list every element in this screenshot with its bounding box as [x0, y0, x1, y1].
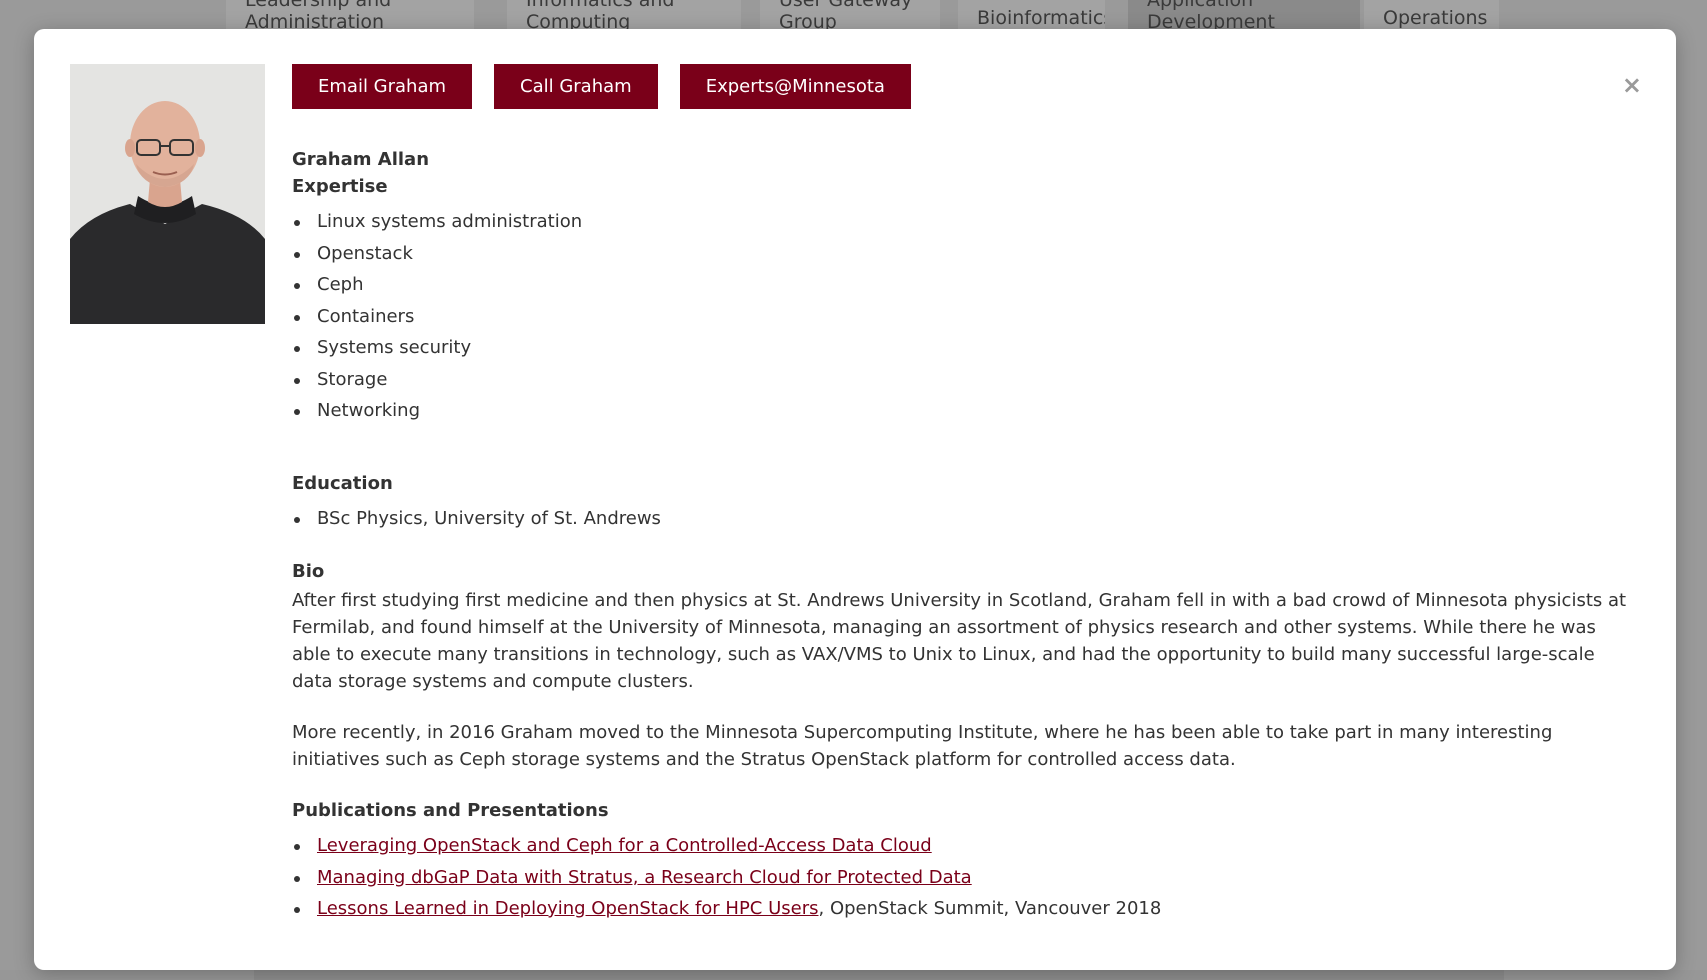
- bio-paragraph: After first studying first medicine and …: [292, 590, 1627, 692]
- tab-label: Operations: [1383, 7, 1488, 29]
- publication-link[interactable]: Managing dbGaP Data with Stratus, a Rese…: [317, 867, 972, 888]
- publication-link[interactable]: Lessons Learned in Deploying OpenStack f…: [317, 898, 819, 919]
- tab-label: Leadership and: [245, 0, 392, 11]
- list-item: Lessons Learned in Deploying OpenStack f…: [292, 893, 1632, 925]
- list-item: Containers: [292, 301, 1632, 333]
- publication-venue: , OpenStack Summit, Vancouver 2018: [818, 898, 1162, 919]
- education-list: BSc Physics, University of St. Andrews: [292, 503, 1632, 535]
- list-item: BSc Physics, University of St. Andrews: [292, 503, 1632, 535]
- tab-label: User Gateway: [779, 0, 913, 11]
- call-button[interactable]: Call Graham: [494, 64, 658, 109]
- list-item: Linux systems administration: [292, 206, 1632, 238]
- profile-photo: [70, 64, 265, 324]
- education-heading: Education: [292, 472, 393, 494]
- background-strip: [254, 970, 1504, 980]
- profile-modal: × Email Graham Call Graham Experts@Minne…: [34, 29, 1676, 970]
- experts-button[interactable]: Experts@Minnesota: [679, 64, 911, 109]
- bio-heading: Bio: [292, 561, 325, 582]
- publications-heading: Publications and Presentations: [292, 800, 609, 821]
- list-item: Systems security: [292, 332, 1632, 364]
- expertise-heading: Expertise: [292, 176, 388, 197]
- list-item: Storage: [292, 364, 1632, 396]
- profile-name: Graham Allan: [292, 149, 430, 170]
- list-item: Networking: [292, 395, 1632, 427]
- publications-list: Leveraging OpenStack and Ceph for a Cont…: [292, 830, 1632, 925]
- list-item: Ceph: [292, 269, 1632, 301]
- tab-label: Application: [1147, 0, 1254, 11]
- person-portrait-icon: [70, 64, 265, 324]
- bio-paragraph: More recently, in 2016 Graham moved to t…: [292, 722, 1553, 770]
- profile-content: Email Graham Call Graham Experts@Minneso…: [292, 64, 1632, 925]
- expertise-list: Linux systems administration Openstack C…: [292, 206, 1632, 427]
- list-item: Leveraging OpenStack and Ceph for a Cont…: [292, 830, 1632, 862]
- background-page-bottom: [0, 970, 1707, 980]
- list-item: Openstack: [292, 238, 1632, 270]
- list-item: Managing dbGaP Data with Stratus, a Rese…: [292, 862, 1632, 894]
- contact-button-row: Email Graham Call Graham Experts@Minneso…: [292, 64, 1632, 109]
- tab-label: Bioinformatics: [977, 7, 1105, 29]
- tab-label: Informatics and: [526, 0, 675, 11]
- publication-link[interactable]: Leveraging OpenStack and Ceph for a Cont…: [317, 835, 932, 856]
- email-button[interactable]: Email Graham: [292, 64, 473, 109]
